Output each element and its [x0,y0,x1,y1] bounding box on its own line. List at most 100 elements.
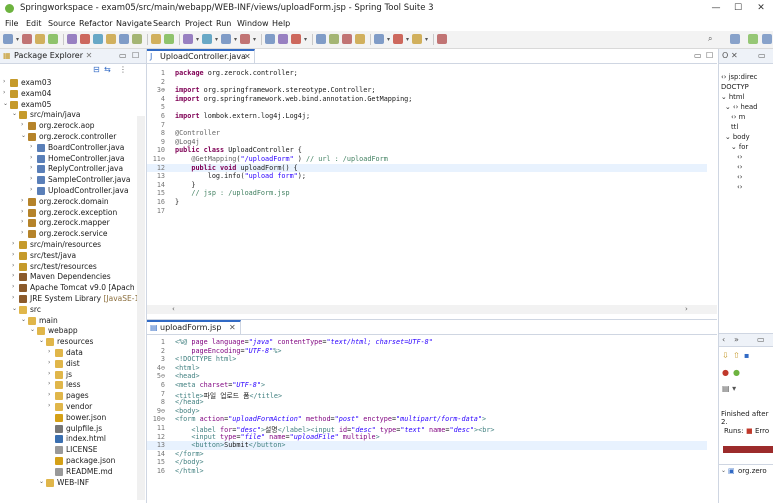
toolbar-icon[interactable] [291,34,301,44]
minimize-button[interactable]: — [706,2,726,15]
chevron-right-icon[interactable]: › [3,78,9,85]
close-icon[interactable]: ✕ [731,51,738,60]
toolbar-icon[interactable] [106,34,116,44]
maximize-editor-icon[interactable]: ☐ [706,51,713,60]
outline-item[interactable]: ⌄ body [725,133,750,142]
menu-window[interactable]: Window [237,19,269,28]
chevron-down-icon[interactable]: ▾ [425,37,430,43]
toolbar-icon[interactable] [342,34,352,44]
outline-item[interactable]: ‹› [737,183,742,192]
minimize-view-icon[interactable]: ▭ [758,51,766,60]
minimize-view-icon[interactable]: ▭ [119,51,127,60]
tab-upload-form-jsp[interactable]: ▤ uploadForm.jsp ✕ [147,320,241,334]
chevron-right-icon[interactable]: › [21,121,27,128]
view-menu-icon[interactable]: ⋮ [119,65,127,74]
chevron-right-icon[interactable]: › [30,175,36,182]
outline-item[interactable]: DOCTYP [721,83,749,92]
explorer-scrollbar[interactable] [137,116,145,500]
menu-project[interactable]: Project [185,19,212,28]
chevron-right-icon[interactable]: › [12,294,18,301]
chevron-right-icon[interactable]: › [12,283,18,290]
chevron-down-icon[interactable]: ⌄ [12,305,18,312]
outline-item[interactable]: ‹› m [731,113,745,122]
toolbar-icon[interactable] [93,34,103,44]
menu-search[interactable]: Search [153,19,180,28]
toolbar-icon[interactable] [151,34,161,44]
toolbar-icon[interactable] [374,34,384,44]
toolbar-icon[interactable] [183,34,193,44]
chevron-down-icon[interactable]: ⌄ [21,132,27,139]
toolbar-icon[interactable] [48,34,58,44]
menu-run[interactable]: Run [216,19,231,28]
toolbar-icon[interactable] [119,34,129,44]
chevron-right-icon[interactable]: › [21,208,27,215]
outline-item[interactable]: ‹› [737,153,742,162]
chevron-right-icon[interactable]: › [48,348,54,355]
chevron-down-icon[interactable]: ▾ [215,37,220,43]
chevron-down-icon[interactable]: ▾ [196,37,201,43]
outline-item[interactable]: ⌄ html [721,93,744,102]
close-icon[interactable]: ✕ [229,323,236,332]
close-icon[interactable]: ✕ [244,52,251,61]
chevron-right-icon[interactable]: › [21,197,27,204]
tab-upload-controller[interactable]: J UploadController.java ✕ [147,49,255,63]
menu-help[interactable]: Help [272,19,290,28]
toolbar-icon[interactable] [80,34,90,44]
chevron-right-icon[interactable]: › [12,262,18,269]
chevron-right-icon[interactable]: › [48,391,54,398]
jsp-code-area[interactable]: 1 <%@ page language="java" contentType="t… [147,338,717,498]
chevron-down-icon[interactable]: ▾ [387,37,392,43]
perspective-icon[interactable] [730,34,740,44]
chevron-right-icon[interactable]: › [30,164,36,171]
perspective-icon[interactable] [762,34,772,44]
chevron-right-icon[interactable]: › [12,251,18,258]
menu-source[interactable]: Source [48,19,75,28]
chevron-right-icon[interactable]: › [21,229,27,236]
rerun-failed-icon[interactable]: ● [733,368,740,377]
chevron-right-icon[interactable]: › [12,272,18,279]
chevron-down-icon[interactable]: ⌄ [21,316,27,323]
toolbar-icon[interactable] [35,34,45,44]
outline-item[interactable]: ‹› [737,163,742,172]
chevron-right-icon[interactable]: › [30,143,36,150]
show-failures-icon[interactable]: ▪ [744,351,749,360]
outline-item[interactable]: ‹› [737,173,742,182]
toolbar-icon[interactable] [316,34,326,44]
toolbar-icon[interactable] [278,34,288,44]
chevron-right-icon[interactable]: › [48,370,54,377]
previous-failure-icon[interactable]: ⇧ [733,351,740,360]
chevron-right-icon[interactable]: › [30,186,36,193]
chevron-right-icon[interactable]: › [21,218,27,225]
outline-item[interactable]: ttl [731,123,738,132]
toolbar-icon[interactable] [221,34,231,44]
menu-refactor[interactable]: Refactor [79,19,113,28]
java-code-area[interactable]: 1 package org.zerock.controller; 2 3⊕ import… [147,69,717,299]
toolbar-icon[interactable] [22,34,32,44]
close-window-button[interactable]: ✕ [751,2,771,15]
next-failure-icon[interactable]: ⇩ [722,351,729,360]
toolbar-icon[interactable] [164,34,174,44]
chevron-down-icon[interactable]: ⌄ [30,326,36,333]
search-icon[interactable]: ⌕ [708,34,712,44]
maximize-button[interactable]: ☐ [728,2,748,15]
chevron-down-icon[interactable]: ⌄ [12,110,18,117]
chevron-right-icon[interactable]: › [48,359,54,366]
chevron-right-icon[interactable]: › [12,240,18,247]
junit-icon[interactable]: ‹ [722,335,725,344]
editor-h-scrollbar[interactable]: ‹ › [147,305,717,314]
minimize-editor-icon[interactable]: ▭ [694,51,702,60]
close-icon[interactable]: ✕ [86,51,93,60]
toolbar-icon[interactable] [3,34,13,44]
toolbar-icon[interactable] [393,34,403,44]
menu-navigate[interactable]: Navigate [116,19,152,28]
menu-edit[interactable]: Edit [26,19,42,28]
rerun-icon[interactable]: ● [722,368,729,377]
chevron-down-icon[interactable]: ⌄ [39,337,45,344]
chevron-down-icon[interactable]: ▾ [234,37,239,43]
toolbar-icon[interactable] [412,34,422,44]
toolbar-icon[interactable] [265,34,275,44]
outline-icon[interactable]: O [722,51,728,60]
maximize-view-icon[interactable]: ☐ [132,51,139,60]
chevron-down-icon[interactable]: ▾ [253,37,258,43]
perspective-icon[interactable] [748,34,758,44]
